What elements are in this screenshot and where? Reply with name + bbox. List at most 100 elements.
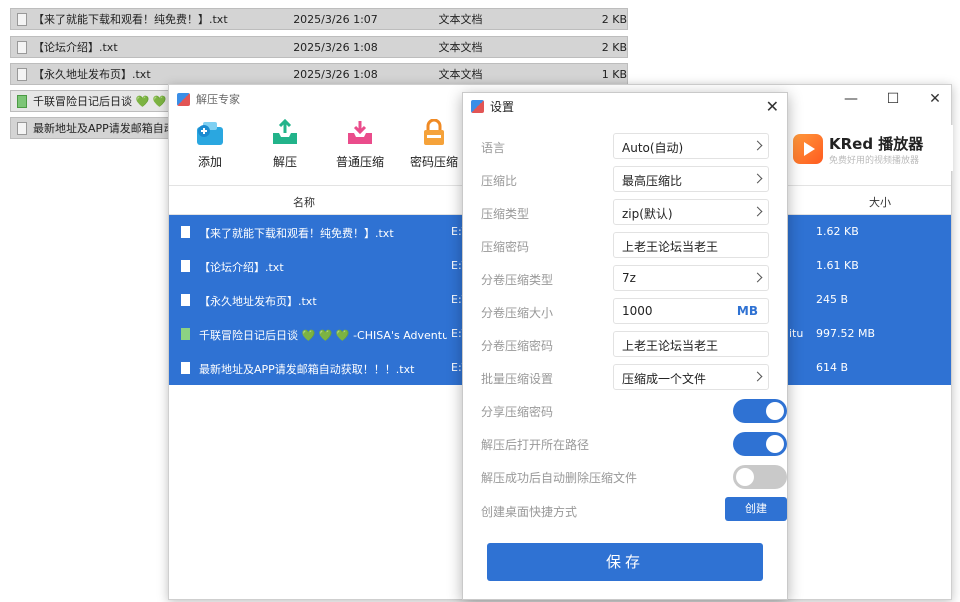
compression-ratio-select[interactable]: 最高压缩比 — [613, 166, 769, 192]
explorer-row[interactable]: 千联冒险日记后日谈 💚 💚 — [10, 90, 170, 112]
setting-batch: 批量压缩设置 压缩成一个文件 — [481, 364, 771, 390]
unit-label: MB — [736, 304, 758, 318]
explorer-file-name: 最新地址及APP请发邮箱自动 — [33, 122, 169, 135]
extract-button[interactable]: 解压 — [254, 118, 316, 170]
settings-titlebar: 设置 — [463, 93, 787, 119]
explorer-file-name: 【来了就能下载和观看！纯免费！】.txt — [33, 13, 228, 26]
setting-share-password: 分享压缩密码 — [481, 397, 787, 423]
settings-close-button[interactable]: ✕ — [766, 97, 779, 116]
setting-label: 分卷压缩大小 — [481, 306, 554, 320]
explorer-file-type: 文本文档 — [438, 68, 483, 81]
file-icon — [181, 362, 190, 374]
file-icon — [181, 294, 190, 306]
setting-compression-type: 压缩类型 zip(默认) — [481, 199, 771, 225]
setting-label: 创建桌面快捷方式 — [481, 505, 578, 519]
close-button[interactable]: ✕ — [921, 89, 949, 109]
file-name: 千联冒险日记后日谈 💚 💚 💚 -CHISA's Adventure — [199, 329, 447, 342]
chevron-right-icon — [752, 272, 763, 283]
explorer-file-date: 2025/3/26 1:07 — [293, 12, 378, 26]
file-name: 最新地址及APP请发邮箱自动获取！！！.txt — [199, 363, 415, 376]
column-size[interactable]: 大小 — [869, 194, 891, 210]
setting-label: 解压后打开所在路径 — [481, 438, 590, 452]
explorer-file-date: 2025/3/26 1:08 — [293, 40, 378, 54]
setting-value: 压缩成一个文件 — [622, 372, 707, 386]
language-select[interactable]: Auto(自动) — [613, 133, 769, 159]
chevron-right-icon — [752, 140, 763, 151]
extract-label: 解压 — [272, 155, 297, 169]
compress-icon — [345, 119, 375, 147]
setting-label: 分卷压缩类型 — [481, 273, 554, 287]
file-size: 997.52 MB — [816, 327, 876, 340]
setting-label: 压缩类型 — [481, 207, 530, 221]
compression-type-select[interactable]: zip(默认) — [613, 199, 769, 225]
add-button[interactable]: 添加 — [179, 119, 241, 170]
password-compress-icon — [419, 118, 449, 147]
setting-shortcut: 创建桌面快捷方式 创建 — [481, 497, 787, 523]
file-name: 【来了就能下载和观看！纯免费！】.txt — [199, 227, 394, 240]
setting-label: 分享压缩密码 — [481, 405, 554, 419]
explorer-row[interactable]: 【永久地址发布页】.txt 2025/3/26 1:08 文本文档 1 KB — [10, 63, 628, 85]
chevron-right-icon — [752, 206, 763, 217]
maximize-button[interactable]: ☐ — [879, 89, 907, 109]
file-size: 1.61 KB — [816, 259, 859, 272]
setting-compression-password: 压缩密码 上老王论坛当老王 — [481, 232, 771, 258]
file-size: 614 B — [816, 361, 849, 374]
explorer-row[interactable]: 【论坛介绍】.txt 2025/3/26 1:08 文本文档 2 KB — [10, 36, 628, 58]
file-size: 1.62 KB — [816, 225, 859, 238]
file-size: 245 B — [816, 293, 849, 306]
auto-delete-toggle[interactable] — [733, 465, 787, 489]
file-icon — [17, 12, 27, 26]
chevron-right-icon — [752, 371, 763, 382]
volume-size-input[interactable]: 1000 MB — [613, 298, 769, 324]
file-name: 【永久地址发布页】.txt — [199, 295, 317, 308]
setting-volume-type: 分卷压缩类型 7z — [481, 265, 771, 291]
column-name[interactable]: 名称 — [293, 194, 315, 210]
save-button[interactable]: 保存 — [487, 543, 763, 581]
normal-compress-label: 普通压缩 — [335, 155, 384, 169]
toggle-knob — [736, 468, 754, 486]
batch-compress-select[interactable]: 压缩成一个文件 — [613, 364, 769, 390]
extract-icon — [270, 118, 300, 147]
main-window-title: 解压专家 — [196, 93, 240, 106]
add-label: 添加 — [197, 155, 222, 169]
kred-subtitle: 免费好用的视频播放器 — [829, 156, 920, 166]
create-shortcut-button[interactable]: 创建 — [725, 497, 787, 521]
open-path-toggle[interactable] — [733, 432, 787, 456]
kred-title: KRed 播放器 — [829, 135, 924, 153]
play-icon — [793, 134, 823, 164]
toggle-knob — [766, 402, 784, 420]
setting-label: 语言 — [481, 141, 506, 155]
app-logo-icon — [177, 92, 190, 106]
setting-compression-ratio: 压缩比 最高压缩比 — [481, 166, 771, 192]
explorer-file-date: 2025/3/26 1:08 — [293, 67, 378, 81]
minimize-button[interactable]: — — [837, 89, 865, 109]
file-extra: itu — [789, 327, 804, 340]
volume-password-input[interactable]: 上老王论坛当老王 — [613, 331, 769, 357]
normal-compress-button[interactable]: 普通压缩 — [329, 119, 391, 170]
kred-ad[interactable]: KRed 播放器 免费好用的视频播放器 — [791, 125, 953, 171]
setting-volume-size: 分卷压缩大小 1000 MB — [481, 298, 771, 324]
volume-type-select[interactable]: 7z — [613, 265, 769, 291]
setting-value: zip(默认) — [622, 207, 673, 221]
explorer-row[interactable]: 【来了就能下载和观看！纯免费！】.txt 2025/3/26 1:07 文本文档… — [10, 8, 628, 30]
file-name: 【论坛介绍】.txt — [199, 261, 284, 274]
file-icon — [17, 67, 27, 81]
setting-value: 最高压缩比 — [622, 174, 683, 188]
image-file-icon — [181, 328, 190, 340]
explorer-row[interactable]: 最新地址及APP请发邮箱自动 — [10, 117, 170, 139]
explorer-file-type: 文本文档 — [438, 13, 483, 26]
password-compress-button[interactable]: 密码压缩 — [403, 118, 465, 170]
setting-open-path: 解压后打开所在路径 — [481, 430, 787, 456]
share-password-toggle[interactable] — [733, 399, 787, 423]
setting-value: 1000 — [622, 304, 653, 318]
explorer-file-size: 2 KB — [601, 12, 628, 26]
compression-password-input[interactable]: 上老王论坛当老王 — [613, 232, 769, 258]
setting-value: 7z — [622, 271, 636, 285]
file-icon — [181, 226, 190, 238]
setting-volume-password: 分卷压缩密码 上老王论坛当老王 — [481, 331, 771, 357]
setting-label: 分卷压缩密码 — [481, 339, 554, 353]
app-logo-icon — [471, 99, 484, 113]
setting-value: Auto(自动) — [622, 141, 684, 155]
explorer-file-type: 文本文档 — [438, 41, 483, 54]
add-archive-icon — [195, 119, 225, 147]
